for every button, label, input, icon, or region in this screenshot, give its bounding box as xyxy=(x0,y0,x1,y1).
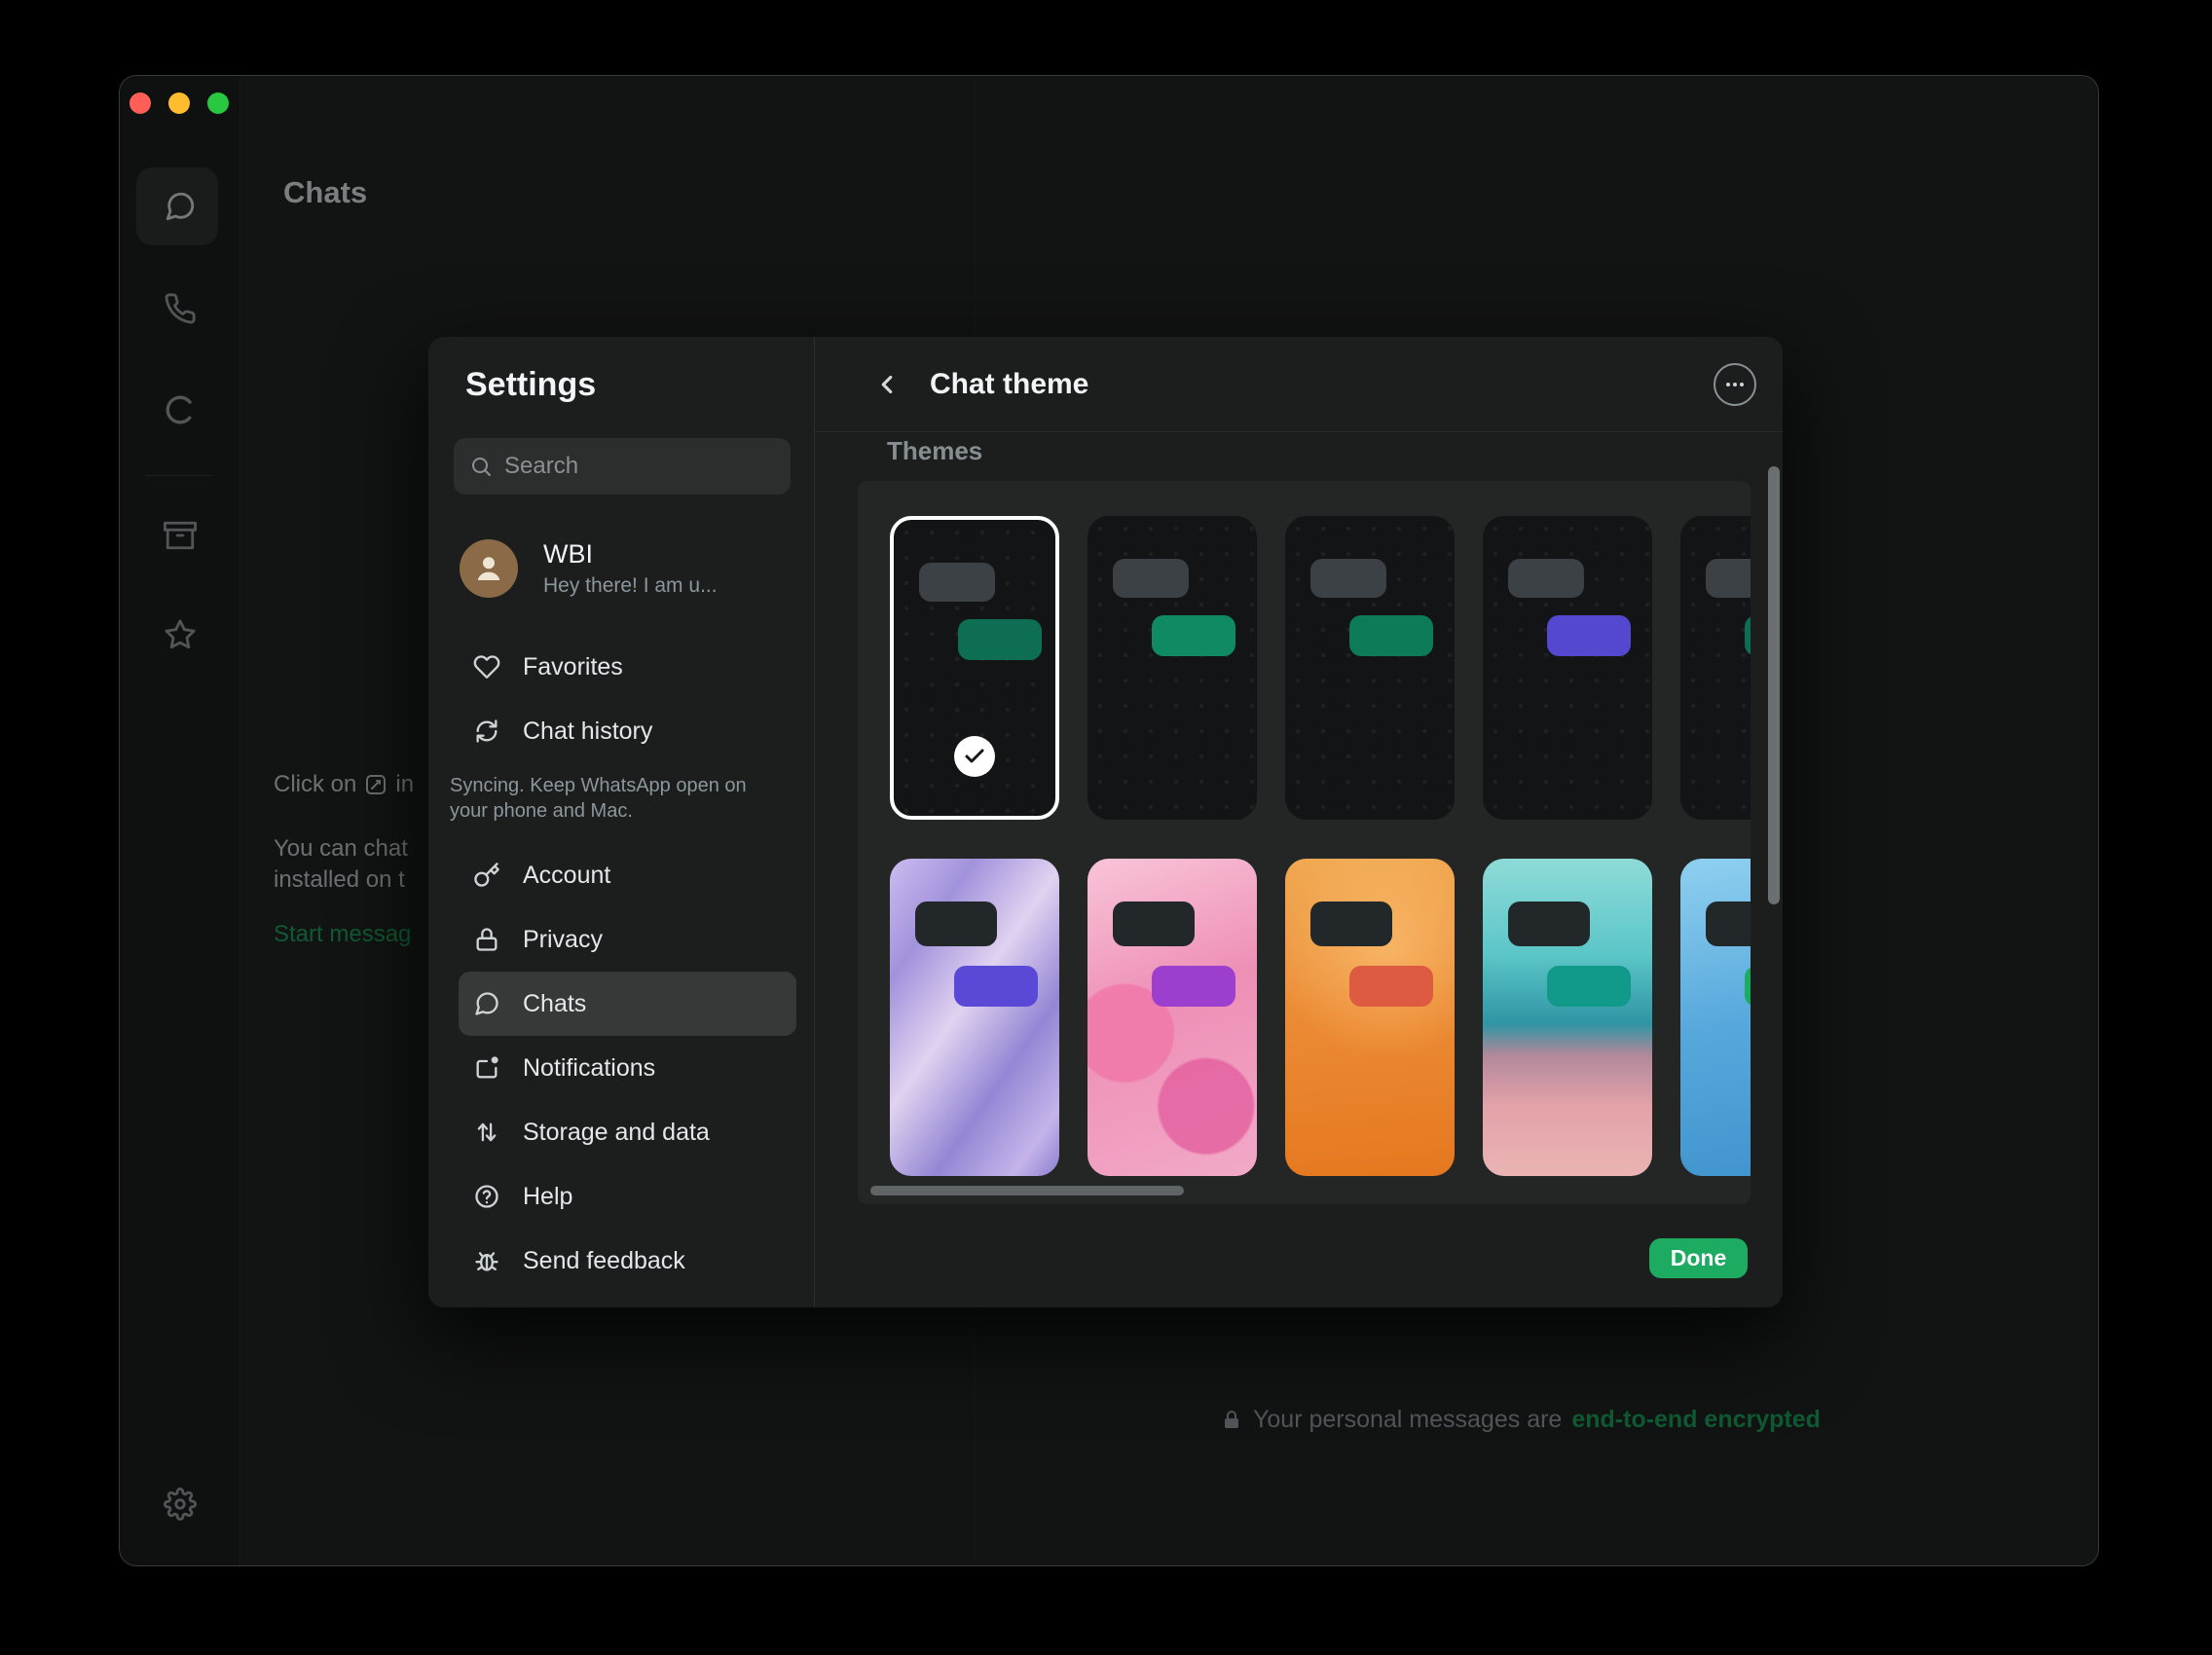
incoming-bubble-preview xyxy=(915,901,997,946)
profile-name: WBI xyxy=(543,539,718,570)
vertical-scrollbar[interactable] xyxy=(1768,466,1780,904)
theme-card-beach[interactable] xyxy=(1483,859,1652,1176)
settings-modal: Settings WBI Hey there! I am u... Favori… xyxy=(428,337,1783,1307)
incoming-bubble-preview xyxy=(1113,901,1195,946)
theme-card-pink-floral[interactable] xyxy=(1088,859,1257,1176)
outgoing-bubble-preview xyxy=(1152,966,1235,1007)
outgoing-bubble-preview xyxy=(1547,966,1631,1007)
menu-item-storage-and-data[interactable]: Storage and data xyxy=(459,1100,796,1164)
sync-icon xyxy=(473,717,500,745)
incoming-bubble-preview xyxy=(1310,901,1392,946)
themes-section-label: Themes xyxy=(887,436,982,466)
incoming-bubble-preview xyxy=(1113,559,1189,598)
storage-arrows-icon xyxy=(473,1119,500,1146)
theme-card-blue-partial[interactable] xyxy=(1680,859,1751,1176)
menu-item-label: Help xyxy=(523,1183,572,1211)
profile-row[interactable]: WBI Hey there! I am u... xyxy=(460,539,791,598)
theme-card-dark[interactable] xyxy=(1285,516,1455,820)
outgoing-bubble-preview xyxy=(1745,615,1751,656)
minimize-window-button[interactable] xyxy=(168,92,190,114)
help-icon xyxy=(473,1183,500,1210)
outgoing-bubble-preview xyxy=(1152,615,1235,656)
menu-item-account[interactable]: Account xyxy=(459,843,796,907)
bug-icon xyxy=(473,1247,500,1274)
notification-badge-icon xyxy=(473,1054,500,1082)
menu-item-label: Favorites xyxy=(523,653,623,681)
menu-item-privacy[interactable]: Privacy xyxy=(459,907,796,972)
horizontal-scrollbar[interactable] xyxy=(870,1186,1184,1195)
outgoing-bubble-preview xyxy=(1349,615,1433,656)
theme-card-dark-selected[interactable] xyxy=(890,516,1059,820)
theme-card-dark-partial[interactable] xyxy=(1680,516,1751,820)
menu-item-favorites[interactable]: Favorites xyxy=(459,635,796,699)
incoming-bubble-preview xyxy=(919,563,995,602)
theme-card-dark[interactable] xyxy=(1088,516,1257,820)
lock-icon xyxy=(473,926,500,953)
menu-item-send-feedback[interactable]: Send feedback xyxy=(459,1229,796,1293)
zoom-window-button[interactable] xyxy=(207,92,229,114)
sync-note: Syncing. Keep WhatsApp open on your phon… xyxy=(450,773,791,824)
check-icon xyxy=(963,745,986,768)
theme-card-orange[interactable] xyxy=(1285,859,1455,1176)
chat-theme-header: Chat theme xyxy=(815,337,1783,432)
done-button[interactable]: Done xyxy=(1649,1238,1748,1278)
menu-item-label: Chat history xyxy=(523,717,652,746)
menu-item-label: Storage and data xyxy=(523,1119,710,1147)
chevron-left-icon xyxy=(872,370,902,399)
settings-title: Settings xyxy=(465,366,596,404)
menu-item-label: Send feedback xyxy=(523,1247,685,1275)
outgoing-bubble-preview xyxy=(1547,615,1631,656)
profile-status: Hey there! I am u... xyxy=(543,574,718,598)
incoming-bubble-preview xyxy=(1706,901,1751,946)
incoming-bubble-preview xyxy=(1310,559,1386,598)
menu-item-label: Chats xyxy=(523,990,586,1018)
theme-card-holographic[interactable] xyxy=(890,859,1059,1176)
menu-item-chat-history[interactable]: Chat history xyxy=(459,699,796,763)
settings-search[interactable] xyxy=(454,438,791,495)
menu-item-label: Privacy xyxy=(523,926,603,954)
search-icon xyxy=(469,455,493,478)
outgoing-bubble-preview xyxy=(958,619,1042,660)
chat-bubble-icon xyxy=(473,990,500,1017)
incoming-bubble-preview xyxy=(1706,559,1751,598)
outgoing-bubble-preview xyxy=(954,966,1038,1007)
menu-item-notifications[interactable]: Notifications xyxy=(459,1036,796,1100)
chat-theme-pane: Chat theme Themes xyxy=(815,337,1783,1307)
menu-item-label: Account xyxy=(523,862,610,890)
themes-grid xyxy=(858,481,1751,1204)
search-input[interactable] xyxy=(504,453,775,480)
ellipsis-icon xyxy=(1723,373,1747,396)
chat-theme-title: Chat theme xyxy=(930,368,1088,401)
close-window-button[interactable] xyxy=(129,92,151,114)
outgoing-bubble-preview xyxy=(1349,966,1433,1007)
outgoing-bubble-preview xyxy=(1745,966,1751,1007)
menu-item-help[interactable]: Help xyxy=(459,1164,796,1229)
menu-item-chats[interactable]: Chats xyxy=(459,972,796,1036)
menu-item-label: Notifications xyxy=(523,1054,655,1083)
incoming-bubble-preview xyxy=(1508,901,1590,946)
settings-pane: Settings WBI Hey there! I am u... Favori… xyxy=(428,337,815,1307)
theme-card-dark-purple[interactable] xyxy=(1483,516,1652,820)
selected-check-badge xyxy=(954,736,995,777)
more-options-button[interactable] xyxy=(1714,363,1756,406)
whatsapp-window: Chats Click onin You can chat installed … xyxy=(119,75,2099,1566)
heart-icon xyxy=(473,653,500,680)
back-button[interactable] xyxy=(869,367,904,402)
person-icon xyxy=(471,551,506,586)
incoming-bubble-preview xyxy=(1508,559,1584,598)
avatar xyxy=(460,539,518,598)
settings-menu: Favorites Chat history Syncing. Keep Wha… xyxy=(428,635,814,1293)
key-icon xyxy=(473,862,500,889)
